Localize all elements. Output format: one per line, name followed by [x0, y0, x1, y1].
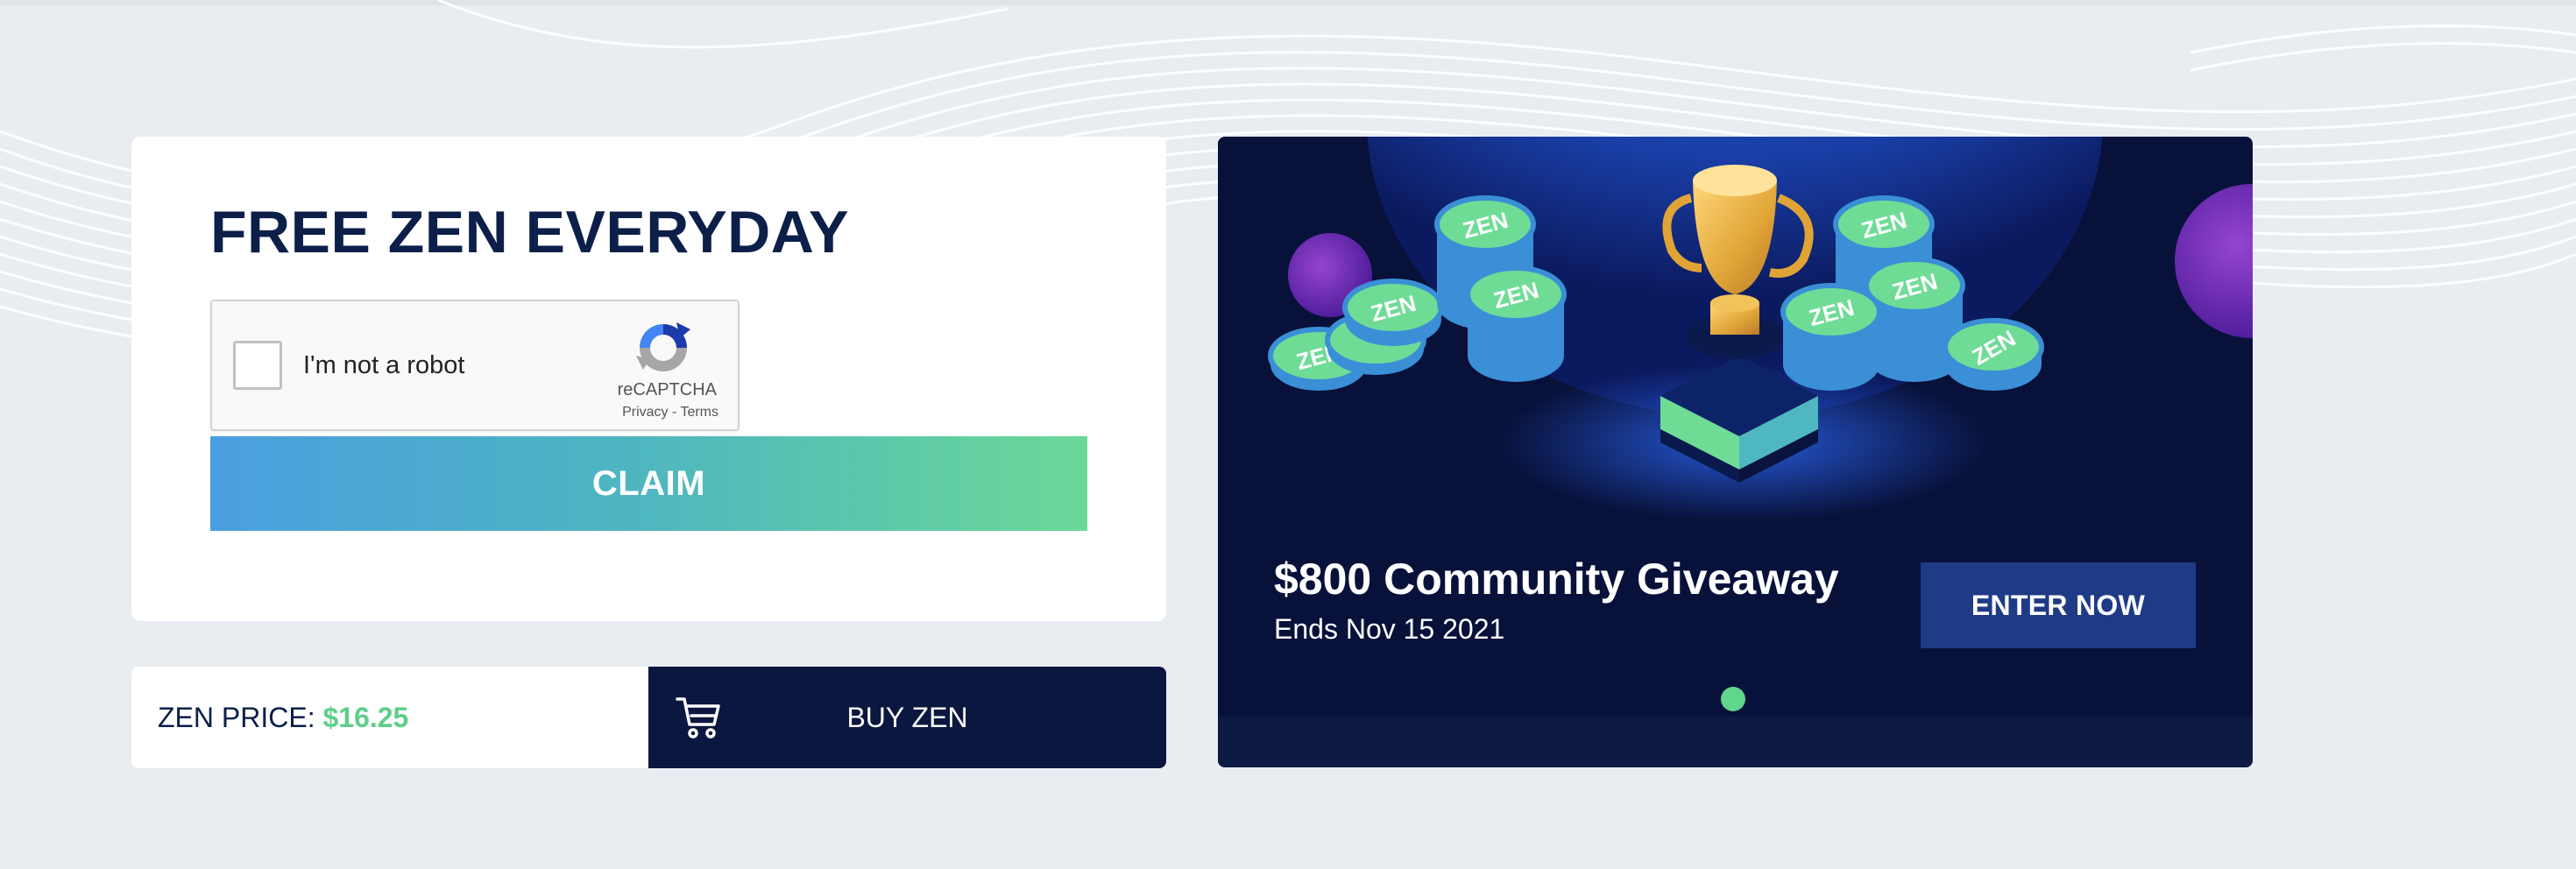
- zen-price-box: ZEN PRICE: $16.25: [131, 667, 648, 768]
- recaptcha-logo-icon: [636, 322, 690, 371]
- recaptcha-label: I'm not a robot: [303, 351, 465, 379]
- enter-now-button[interactable]: ENTER NOW: [1921, 562, 2196, 648]
- giveaway-banner[interactable]: ZEN ZEN ZEN ZEN ZEN ZEN ZEN ZEN $800 Com…: [1218, 137, 2253, 767]
- card-title: FREE ZEN EVERYDAY: [210, 199, 849, 265]
- recaptcha-links[interactable]: Privacy - Terms: [622, 405, 718, 420]
- zen-price-text: ZEN PRICE: $16.25: [158, 702, 408, 734]
- carousel-dot-active[interactable]: [1721, 687, 1745, 711]
- zen-price-label: ZEN PRICE:: [158, 702, 315, 733]
- promo-footer: [1218, 717, 2253, 767]
- recaptcha-brand: reCAPTCHA: [617, 380, 717, 399]
- zen-price-value: $16.25: [322, 702, 409, 733]
- recaptcha-widget: I'm not a robot reCAPTCHA Privacy - Term…: [210, 300, 740, 431]
- promo-title: $800 Community Giveaway: [1274, 555, 1839, 604]
- claim-card: FREE ZEN EVERYDAY I'm not a robot reCAPT…: [131, 137, 1166, 621]
- buy-zen-button[interactable]: BUY ZEN: [648, 667, 1166, 768]
- recaptcha-checkbox[interactable]: [233, 341, 282, 390]
- claim-button[interactable]: CLAIM: [210, 436, 1087, 531]
- buy-zen-label: BUY ZEN: [846, 702, 968, 733]
- promo-subtitle: Ends Nov 15 2021: [1274, 613, 1505, 645]
